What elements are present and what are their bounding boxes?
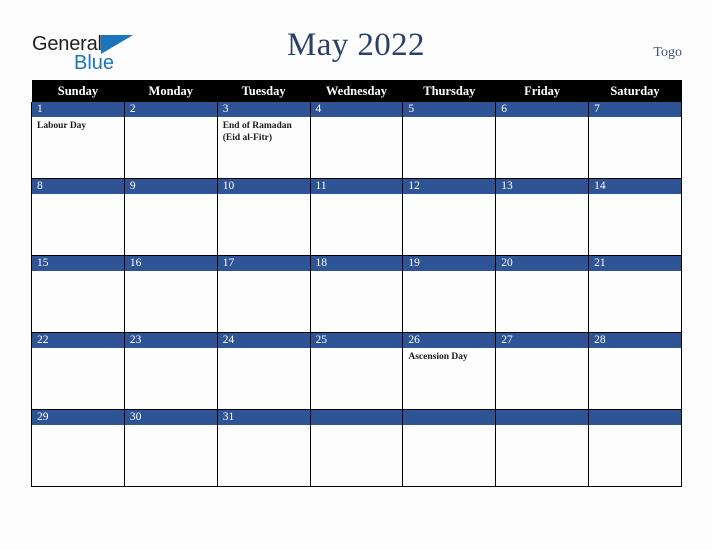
calendar-day-cell[interactable] (309, 409, 404, 487)
day-number (589, 410, 681, 425)
day-number: 19 (403, 256, 496, 271)
calendar-day-cell[interactable]: 16 (123, 255, 218, 333)
calendar-day-cell[interactable]: 30 (123, 409, 218, 487)
calendar-header-row: Sunday Monday Tuesday Wednesday Thursday… (31, 80, 682, 102)
calendar-day-cell[interactable] (402, 409, 497, 487)
day-number: 8 (32, 179, 124, 194)
weekday-header-tuesday: Tuesday (217, 80, 311, 102)
day-number: 11 (310, 179, 403, 194)
day-number: 18 (310, 256, 403, 271)
calendar-day-cell[interactable]: 14 (588, 178, 682, 256)
calendar-day-cell[interactable]: 1 Labour Day (31, 102, 125, 179)
calendar-day-cell[interactable]: 2 (123, 102, 218, 179)
day-number: 15 (32, 256, 124, 271)
day-number: 12 (403, 179, 496, 194)
calendar-week-row: 29 30 31 (31, 409, 682, 487)
day-event-label: End of Ramadan (Eid al-Fitr) (222, 121, 292, 143)
calendar-day-cell[interactable]: 17 (216, 255, 311, 333)
calendar-day-cell[interactable]: 27 (495, 332, 590, 410)
calendar-week-row: 22 23 24 25 26 Ascension Day 27 28 (31, 332, 682, 410)
day-number: 2 (124, 102, 217, 117)
calendar-day-cell[interactable]: 28 (588, 332, 682, 410)
day-number: 22 (32, 333, 124, 348)
day-number: 20 (496, 256, 589, 271)
calendar-day-cell[interactable]: 3 End of Ramadan (Eid al-Fitr) (216, 102, 311, 179)
calendar-day-cell[interactable]: 7 (588, 102, 682, 179)
calendar-day-cell[interactable]: 22 (31, 332, 125, 410)
day-number: 30 (124, 410, 217, 425)
calendar-day-cell[interactable]: 6 (495, 102, 590, 179)
day-number: 24 (217, 333, 310, 348)
day-number: 16 (124, 256, 217, 271)
day-number: 6 (496, 102, 589, 117)
day-number: 14 (589, 179, 681, 194)
day-event-label: Ascension Day (408, 352, 468, 362)
calendar-week-row: 1 Labour Day 2 3 End of Ramadan (Eid al-Fitr… (31, 102, 682, 179)
day-number: 7 (589, 102, 681, 117)
day-number: 3 (217, 102, 310, 117)
day-number: 23 (124, 333, 217, 348)
calendar-day-cell[interactable]: 9 (123, 178, 218, 256)
calendar-day-cell[interactable] (495, 409, 590, 487)
page-header: General Blue May 2022 Togo (0, 0, 712, 80)
weekday-header-row: Sunday Monday Tuesday Wednesday Thursday… (31, 80, 682, 102)
weekday-header-monday: Monday (124, 80, 218, 102)
day-number (310, 410, 403, 425)
day-number: 9 (124, 179, 217, 194)
calendar-day-cell[interactable]: 19 (402, 255, 497, 333)
calendar-day-cell[interactable]: 26 Ascension Day (402, 332, 497, 410)
day-number (496, 410, 589, 425)
day-number: 26 (403, 333, 496, 348)
day-number: 29 (32, 410, 124, 425)
calendar-day-cell[interactable]: 24 (216, 332, 311, 410)
calendar-day-cell[interactable]: 15 (31, 255, 125, 333)
calendar-day-cell[interactable]: 12 (402, 178, 497, 256)
calendar-day-cell[interactable]: 25 (309, 332, 404, 410)
weekday-header-friday: Friday (495, 80, 589, 102)
calendar-day-cell[interactable]: 8 (31, 178, 125, 256)
weekday-header-saturday: Saturday (588, 80, 682, 102)
day-number: 31 (217, 410, 310, 425)
calendar-day-cell[interactable]: 10 (216, 178, 311, 256)
day-number: 27 (496, 333, 589, 348)
calendar-day-cell[interactable]: 29 (31, 409, 125, 487)
calendar-week-row: 8 9 10 11 12 13 14 (31, 178, 682, 256)
page-title: May 2022 (287, 27, 425, 63)
day-number: 1 (32, 102, 124, 117)
calendar-day-cell[interactable]: 31 (216, 409, 311, 487)
day-number: 21 (589, 256, 681, 271)
day-number: 25 (310, 333, 403, 348)
calendar-day-cell[interactable]: 18 (309, 255, 404, 333)
calendar-week-row: 15 16 17 18 19 20 21 (31, 255, 682, 333)
day-number: 5 (403, 102, 496, 117)
weekday-header-thursday: Thursday (402, 80, 496, 102)
day-number (403, 410, 496, 425)
weekday-header-sunday: Sunday (31, 80, 125, 102)
region-label: Togo (653, 45, 682, 60)
calendar-body: 1 Labour Day 2 3 End of Ramadan (Eid al-Fitr… (31, 102, 682, 487)
calendar-day-cell[interactable]: 23 (123, 332, 218, 410)
day-number: 28 (589, 333, 681, 348)
calendar-day-cell[interactable]: 5 (402, 102, 497, 179)
day-number: 10 (217, 179, 310, 194)
calendar-day-cell[interactable]: 4 (309, 102, 404, 179)
calendar-day-cell[interactable]: 11 (309, 178, 404, 256)
calendar-day-cell[interactable]: 21 (588, 255, 682, 333)
day-number: 17 (217, 256, 310, 271)
day-event-label: Labour Day (37, 121, 87, 131)
calendar-grid: Sunday Monday Tuesday Wednesday Thursday… (31, 80, 682, 487)
calendar-day-cell[interactable]: 13 (495, 178, 590, 256)
day-number: 4 (310, 102, 403, 117)
calendar-day-cell[interactable]: 20 (495, 255, 590, 333)
weekday-header-wednesday: Wednesday (310, 80, 403, 102)
day-number: 13 (496, 179, 589, 194)
calendar-day-cell[interactable] (588, 409, 682, 487)
